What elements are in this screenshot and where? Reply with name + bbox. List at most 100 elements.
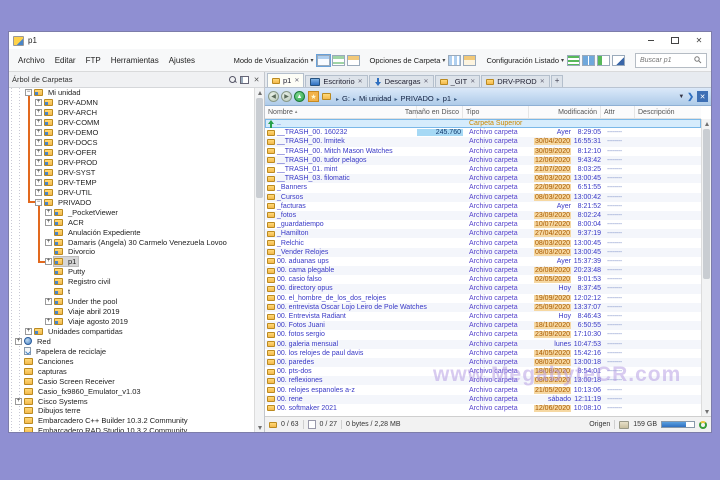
tree-item[interactable]: + DRV-PROD [9,158,255,168]
list-details-icon[interactable] [597,54,610,66]
minimize-button[interactable] [639,32,663,49]
expand-icon[interactable]: + [15,397,22,405]
tree-item[interactable]: Embarcadero RAD Studio 10.3.2 Community [9,426,255,432]
tree-item[interactable]: + Cisco Systems [9,396,255,406]
file-row[interactable]: _guardatiempo Archivo carpeta 10/07/2020 8:… [265,220,701,229]
column-header-nombre[interactable]: Nombre ▴ [265,106,417,118]
tree-item[interactable]: + DRV-TEMP [9,177,255,187]
file-row[interactable]: __TRASH_00. tudor pelagos Archivo carpeta… [265,155,701,165]
expand-icon[interactable]: + [15,337,22,345]
tree-item[interactable]: + ACR [9,217,255,227]
tree-item[interactable]: Embarcadero C++ Builder 10.3.2 Community [9,416,255,426]
tab-descargas[interactable]: Descargas ✕ [368,75,434,87]
file-row[interactable]: _Hamilton Archivo carpeta 27/04/2020 9:37:1… [265,229,701,239]
file-row[interactable]: _Cursos Archivo carpeta 08/03/2020 13:00:42… [265,192,701,202]
tab-close-icon[interactable]: ✕ [424,78,429,85]
tree-item[interactable]: + Red [9,336,255,346]
tree-item[interactable]: capturas [9,366,255,376]
expand-icon[interactable]: + [35,159,42,167]
tree-item[interactable]: Putty [9,267,255,277]
file-row[interactable]: 00. softmaker 2021 Archivo carpeta 12/06/2… [265,404,701,413]
back-button[interactable]: ◀ [268,91,279,102]
file-row[interactable]: 00. pts-dos Archivo carpeta 18/08/2020 8:54… [265,367,701,376]
file-row[interactable]: 00. paredes Archivo carpeta 08/03/2020 13:0… [265,357,701,368]
list-rows-icon[interactable] [567,54,580,66]
expand-icon[interactable]: + [45,258,52,266]
tree-item[interactable]: + p1 [9,256,255,268]
breadcrumb-segment[interactable]: Mi unidad [358,94,393,103]
tree-scroll-thumb[interactable] [256,98,263,198]
expand-icon[interactable]: + [35,99,42,107]
tab-close-icon[interactable]: ✕ [470,78,475,85]
tab-close-icon[interactable]: ✕ [358,78,363,85]
tree-item[interactable]: + DRV-SYST [9,168,255,178]
view-details-icon[interactable] [316,54,330,66]
tree-item[interactable]: Casio_fx9860_Emulator_v1.03 [9,386,255,396]
origin-label[interactable]: Origen [589,421,610,428]
tree-item[interactable]: + Damaris (Angela) 30 Carmelo Venezuela L… [9,237,255,247]
tree-item[interactable]: Canciones [9,356,255,366]
up-button[interactable]: ▲ [294,91,305,102]
toolbar-dropdown-label[interactable]: Modo de Visualización [234,56,309,65]
view-horizontal-icon[interactable] [331,54,345,66]
folder-view-icon[interactable] [463,54,477,66]
file-row[interactable]: 00. fotos sergio Archivo carpeta 23/09/202… [265,330,701,339]
expand-icon[interactable]: + [35,129,42,137]
tree-item[interactable]: + DRV-ARCH [9,108,255,118]
file-row[interactable]: 00. entrevista Oscar Lojo Leiro de Pole … [265,302,701,312]
column-header-tamaño-en-disco[interactable]: Tamaño en Disco [405,106,463,118]
expand-icon[interactable]: + [35,109,42,117]
expand-icon[interactable]: + [45,238,52,246]
file-row[interactable]: 00. directory opus Archivo carpeta Hoy 8:37… [265,284,701,294]
search-input[interactable] [638,55,694,65]
maximize-button[interactable] [663,32,687,49]
breadcrumb-segment[interactable]: p1 [442,94,452,103]
expand-icon[interactable]: + [45,318,52,326]
file-row[interactable]: __TRASH_00. 160232 245.760 Archivo carpeta… [265,128,701,137]
toolbar-dropdown-label[interactable]: Opciones de Carpeta [370,56,441,65]
menu-item-herramientas[interactable]: Herramientas [106,56,164,65]
tree-item[interactable]: + Viaje agosto 2019 [9,317,255,327]
tree-scroll-up-icon[interactable] [255,88,264,97]
favorites-button[interactable]: ★ [308,91,319,102]
tab-close-icon[interactable]: ✕ [540,78,545,85]
file-row[interactable]: 00. cama plegable Archivo carpeta 26/08/20… [265,266,701,276]
tree-item[interactable]: + Unidades compartidas [9,327,255,337]
menu-item-archivo[interactable]: Archivo [13,56,50,65]
menu-item-ftp[interactable]: FTP [81,56,106,65]
tab-escritorio[interactable]: Escritorio ✕ [305,75,368,87]
file-row[interactable]: _fotos Archivo carpeta 23/09/2020 8:02:24 --… [265,210,701,221]
file-row[interactable]: 00. reflexiones Archivo carpeta 08/03/2020… [265,376,701,386]
tree-item[interactable]: t [9,287,255,297]
column-header-tipo[interactable]: Tipo [463,106,529,118]
tree-item[interactable]: Divorcio [9,247,255,257]
tree-item[interactable]: + DRV-OFER [9,148,255,158]
tree-item[interactable]: − PRIVADO [9,197,255,207]
new-tab-button[interactable]: + [550,75,564,87]
breadcrumb-segment[interactable]: G: [341,94,351,103]
column-header-attr[interactable]: Attr [601,106,635,118]
title-bar[interactable]: p1 ✕ [9,32,711,49]
file-row[interactable]: 00. el_hombre_de_los_dos_relojes Archivo … [265,294,701,303]
tree-item[interactable]: Casio Screen Receiver [9,376,255,386]
tree-item[interactable]: + DRV-DEMO [9,128,255,138]
tree-scroll-down-icon[interactable] [255,423,264,432]
tab-drv-prod[interactable]: DRV-PROD ✕ [481,75,550,87]
toolbar-dropdown-label[interactable]: Configuración Listado [486,56,559,65]
file-row[interactable]: 00. rene Archivo carpeta sábado 12:11:19 ---… [265,394,701,404]
search-box[interactable] [635,52,707,68]
file-row[interactable]: _Banners Archivo carpeta 22/09/2020 6:51:55… [265,183,701,192]
expand-icon[interactable]: + [35,178,42,186]
file-row[interactable]: 00. Entrevista Radiant Archivo carpeta Hoy… [265,312,701,321]
tab-_git[interactable]: _GIT ✕ [434,75,481,87]
collapse-icon[interactable]: − [35,198,42,206]
panel-close-icon[interactable]: ✕ [697,91,708,102]
tree-item[interactable]: − Mi unidad [9,88,255,98]
expand-icon[interactable]: + [45,218,52,226]
tree-item[interactable]: + Under the pool [9,297,255,307]
column-header-modificación[interactable]: Modificación [529,106,601,118]
view-thumbnails-icon[interactable] [346,54,360,66]
forward-button[interactable]: ▶ [281,91,292,102]
folder-grid-icon[interactable] [448,54,462,66]
tree-item[interactable]: Dibujos terre [9,406,255,416]
